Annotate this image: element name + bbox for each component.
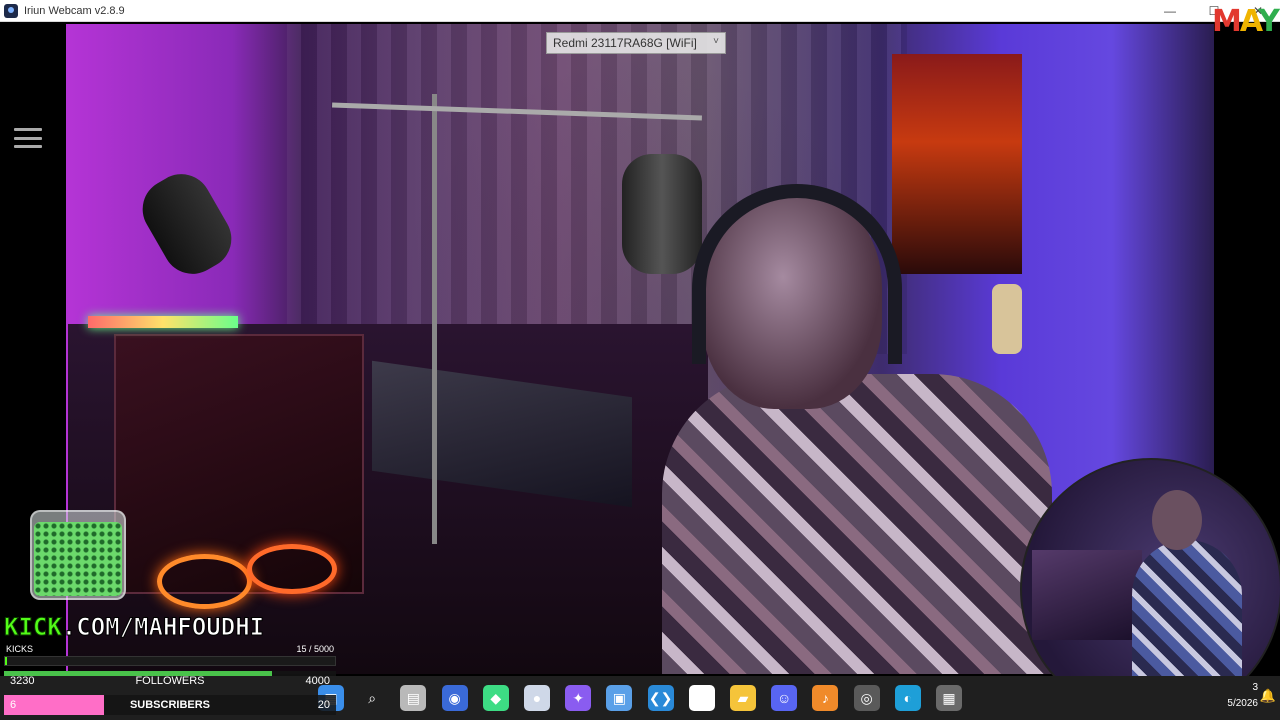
subscribers-goal: 20 — [317, 699, 330, 711]
kicks-goal-header: KICKS 15 / 5000 — [4, 642, 336, 656]
fl-studio-icon[interactable]: ♪ — [812, 685, 839, 711]
device-dropdown-value: Redmi 23117RA68G [WiFi] — [553, 36, 697, 50]
search-icon[interactable]: ⌕ — [359, 685, 385, 711]
kicks-label: KICKS — [6, 644, 34, 654]
copilot-icon[interactable]: ✦ — [565, 685, 592, 711]
logo-letter: Y — [1258, 4, 1280, 39]
vscode-icon[interactable]: ❮❯ — [647, 685, 674, 711]
iriun-app-icon — [4, 3, 18, 18]
iriun-webcam-window: Iriun Webcam v2.8.9 — ☐ ✕ Redmi 23117RA6… — [0, 0, 1280, 720]
kicks-count: 15 / 5000 — [296, 644, 334, 654]
subscribers-label: SUBSCRIBERS — [129, 699, 211, 711]
rgb-light-bar — [88, 316, 238, 328]
clock-time: 3 — [1252, 682, 1258, 693]
kick-channel-url: KICK .COM/MAHFOUDHI — [4, 612, 265, 642]
logo-letter: A — [1239, 4, 1260, 39]
kicks-progress-bar — [4, 656, 336, 666]
android-icon[interactable]: ◆ — [482, 685, 509, 711]
minimize-button[interactable]: — — [1148, 0, 1192, 22]
rgb-fan-ring — [157, 554, 252, 609]
hanging-shirt — [892, 54, 1022, 274]
mic-stand — [432, 94, 437, 544]
notification-icon[interactable]: 🔔 — [1260, 688, 1276, 704]
webcam-app-icon[interactable]: ● — [524, 685, 550, 711]
file-explorer-icon[interactable]: ▤ — [400, 685, 427, 711]
clock-date: 5/2026 — [1227, 698, 1258, 709]
chevron-down-icon: ˅ — [713, 36, 719, 47]
obs-icon[interactable]: ◎ — [853, 685, 880, 711]
kick-brand-text: KICK — [4, 613, 63, 642]
person-body — [662, 374, 1052, 674]
subscribers-goal-bar: 6 SUBSCRIBERS 20 — [4, 695, 336, 715]
store-icon[interactable]: ▣ — [606, 685, 633, 711]
condenser-microphone — [131, 163, 243, 285]
hamburger-menu-icon[interactable] — [14, 128, 42, 148]
window-title: Iriun Webcam v2.8.9 — [24, 4, 125, 17]
kicks-jar-icon — [30, 510, 126, 600]
calculator-icon[interactable]: ▦ — [936, 685, 962, 711]
discord-icon[interactable]: ☺ — [771, 685, 798, 711]
device-dropdown[interactable]: Redmi 23117RA68G [WiFi] ˅ — [546, 32, 726, 54]
followers-goal-bar: 3230 FOLLOWERS 4000 — [4, 671, 336, 691]
guitar — [992, 284, 1022, 354]
logo-letter: M — [1212, 4, 1242, 39]
studio-microphone — [622, 154, 702, 274]
channel-logo: MAY — [1212, 4, 1280, 44]
edge-icon[interactable]: ◐ — [894, 685, 921, 711]
taskbar-clock[interactable]: 3 5/2026 — [1227, 680, 1258, 712]
rgb-fan-ring — [247, 544, 337, 594]
title-bar: Iriun Webcam v2.8.9 — ☐ ✕ — [0, 0, 1280, 22]
folder-icon[interactable]: ▰ — [730, 685, 756, 711]
followers-goal: 4000 — [305, 675, 330, 687]
kick-url-path: .COM/MAHFOUDHI — [61, 613, 265, 642]
network-app-icon[interactable]: ◉ — [441, 685, 468, 711]
capcut-icon[interactable]: ✕ — [688, 685, 715, 711]
kicks-progress-fill — [5, 657, 7, 665]
followers-label: FOLLOWERS — [135, 675, 205, 687]
